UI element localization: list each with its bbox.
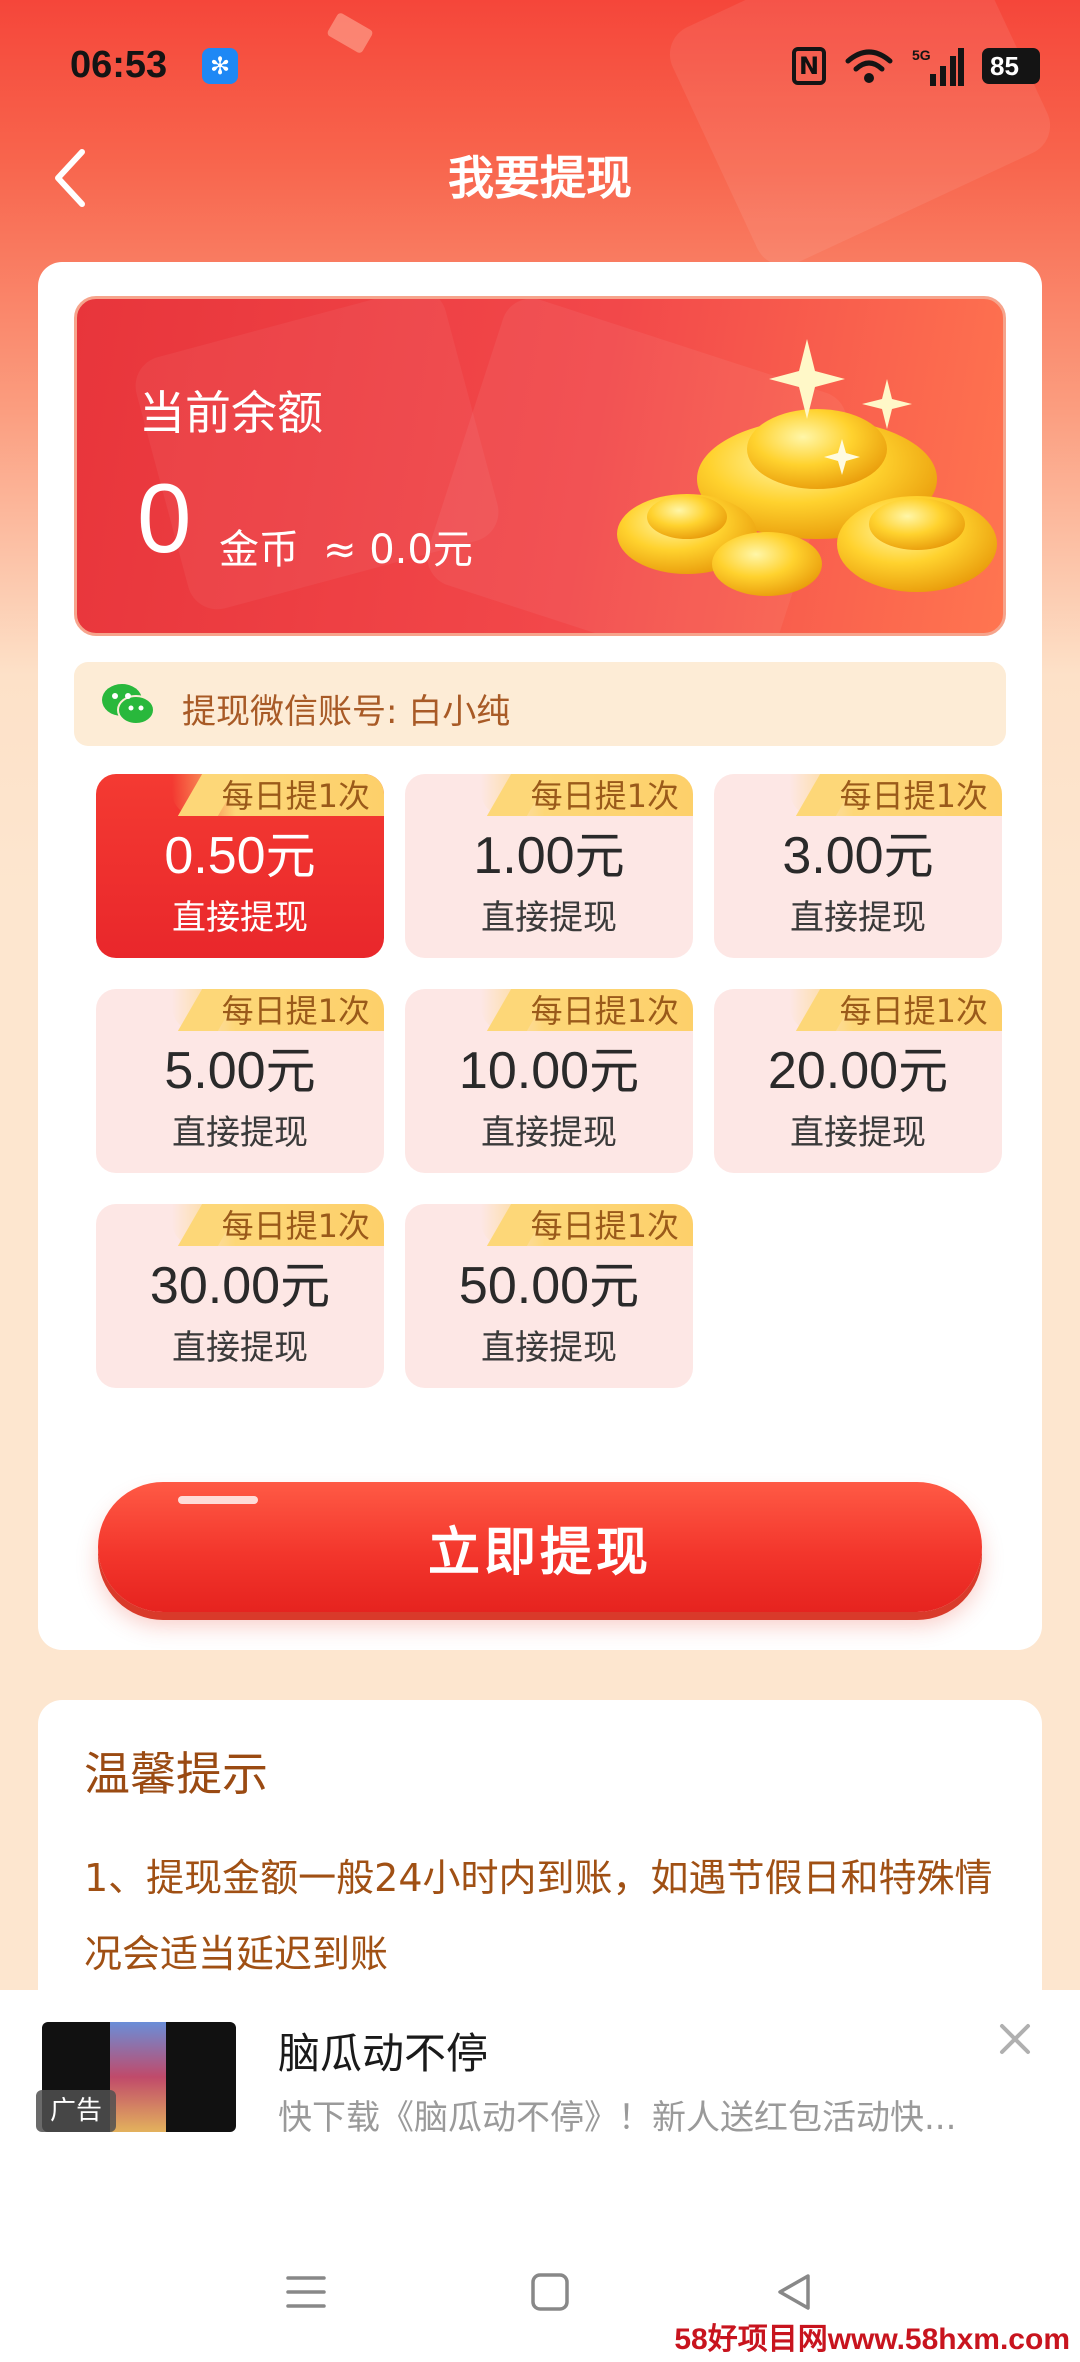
back-triangle-icon[interactable] xyxy=(772,2270,816,2314)
watermark: 58好项目网www.58hxm.com xyxy=(674,2323,1070,2356)
tips-text: 1、提现金额一般24小时内到账，如遇节假日和特殊情况会适当延迟到账 xyxy=(84,1856,993,1976)
status-icons: N 5G 85 xyxy=(792,46,1040,86)
tips-card: 温馨提示 1、提现金额一般24小时内到账，如遇节假日和特殊情况会适当延迟到账 xyxy=(38,1700,1042,2020)
amount-option[interactable]: 每日提1次 20.00元 直接提现 xyxy=(714,989,1002,1173)
option-amount: 30.00元 xyxy=(149,1257,331,1315)
option-amount: 3.00元 xyxy=(782,827,934,885)
option-subtitle: 直接提现 xyxy=(790,1113,926,1153)
wechat-account-text: 提现微信账号: 白小纯 xyxy=(182,692,511,732)
withdraw-now-label: 立即提现 xyxy=(427,1523,652,1582)
option-amount: 1.00元 xyxy=(473,827,625,885)
amount-option[interactable]: 每日提1次 50.00元 直接提现 xyxy=(405,1204,693,1388)
ad-description[interactable]: 快下载《脑瓜动不停》！新人送红包活动快... xyxy=(278,2090,998,2139)
balance-approx-value: ≈ 0.0元 xyxy=(323,527,473,573)
status-bar: 06:53 ✻ N 5G 85 xyxy=(0,0,1080,130)
ad-title[interactable]: 脑瓜动不停 xyxy=(278,2020,488,2081)
battery-icon: 85 xyxy=(982,48,1040,84)
daily-limit-badge: 每日提1次 xyxy=(171,989,384,1031)
balance-panel: 当前余额 0 金币 ≈ 0.0元 xyxy=(74,296,1006,636)
gold-ingot-icon xyxy=(617,339,997,596)
wechat-account-bar: 提现微信账号: 白小纯 xyxy=(74,662,1006,746)
nav-bar: 我要提现 xyxy=(0,130,1080,240)
daily-limit-badge: 每日提1次 xyxy=(480,1204,693,1246)
daily-limit-badge: 每日提1次 xyxy=(789,989,1002,1031)
balance-unit: 金币 xyxy=(219,527,299,573)
option-subtitle: 直接提现 xyxy=(172,898,308,938)
daily-limit-badge: 每日提1次 xyxy=(171,774,384,816)
option-amount: 20.00元 xyxy=(767,1042,949,1100)
daily-limit-badge: 每日提1次 xyxy=(171,1204,384,1246)
menu-icon[interactable] xyxy=(284,2270,328,2314)
ad-label: 广告 xyxy=(36,2090,117,2132)
ad-image xyxy=(110,2022,166,2132)
amount-option[interactable]: 每日提1次 0.50元 直接提现 xyxy=(96,774,384,958)
amount-option[interactable]: 每日提1次 30.00元 直接提现 xyxy=(96,1204,384,1388)
amount-option[interactable]: 每日提1次 10.00元 直接提现 xyxy=(405,989,693,1173)
wechat-icon xyxy=(102,684,155,725)
amount-option[interactable]: 每日提1次 1.00元 直接提现 xyxy=(405,774,693,958)
amount-option[interactable]: 每日提1次 5.00元 直接提现 xyxy=(96,989,384,1173)
option-subtitle: 直接提现 xyxy=(481,898,617,938)
amount-option[interactable]: 每日提1次 3.00元 直接提现 xyxy=(714,774,1002,958)
daily-limit-badge: 每日提1次 xyxy=(480,989,693,1031)
button-shine xyxy=(178,1496,258,1504)
status-time: 06:53 xyxy=(70,44,168,86)
option-amount: 5.00元 xyxy=(164,1042,316,1100)
option-amount: 0.50元 xyxy=(164,827,316,885)
network-type-label: 5G xyxy=(912,47,931,63)
page-title: 我要提现 xyxy=(448,151,632,205)
app-notification-icon: ✻ xyxy=(202,48,238,84)
daily-limit-badge: 每日提1次 xyxy=(480,774,693,816)
tips-title: 温馨提示 xyxy=(84,1747,268,1801)
option-subtitle: 直接提现 xyxy=(481,1328,617,1368)
option-subtitle: 直接提现 xyxy=(481,1113,617,1153)
wifi-icon xyxy=(845,49,893,83)
cellular-signal-icon: 5G xyxy=(912,47,964,86)
option-subtitle: 直接提现 xyxy=(172,1328,308,1368)
withdraw-card: 当前余额 0 金币 ≈ 0.0元 提现微信账号: 白小纯 每日提1次 0.50元… xyxy=(38,262,1042,1650)
option-amount: 10.00元 xyxy=(458,1042,640,1100)
daily-limit-badge: 每日提1次 xyxy=(789,774,1002,816)
close-icon[interactable] xyxy=(990,2014,1040,2064)
nfc-icon: N xyxy=(792,47,826,85)
option-amount: 50.00元 xyxy=(458,1257,640,1315)
option-subtitle: 直接提现 xyxy=(790,898,926,938)
withdraw-now-button[interactable]: 立即提现 xyxy=(98,1482,982,1612)
option-subtitle: 直接提现 xyxy=(172,1113,308,1153)
balance-label: 当前余额 xyxy=(139,386,323,440)
home-icon[interactable] xyxy=(528,2270,572,2314)
balance-amount: 0 xyxy=(137,463,192,573)
